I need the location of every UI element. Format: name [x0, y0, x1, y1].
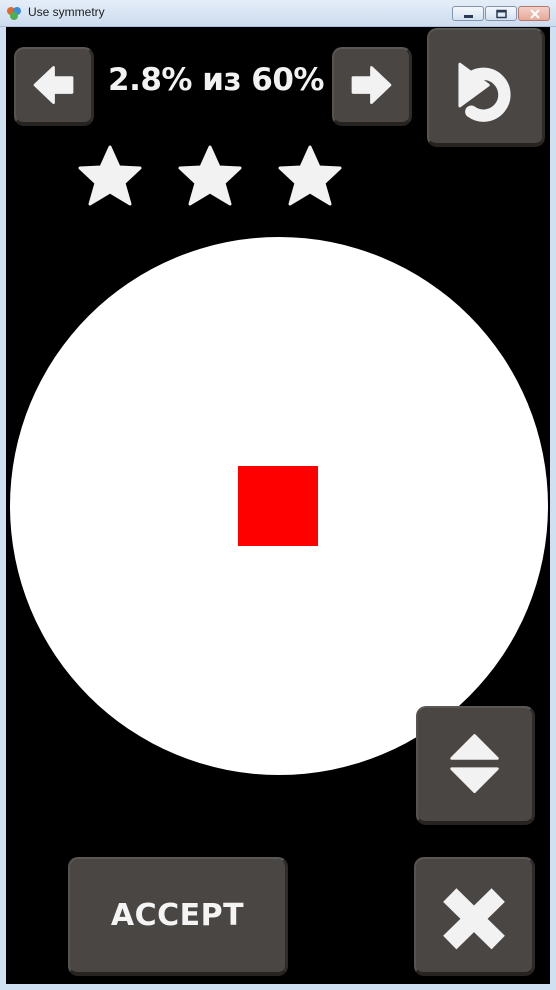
close-x-icon — [443, 888, 505, 950]
minimize-button[interactable] — [452, 6, 484, 21]
game-canvas: 2.8% из 60% ACCEPT — [6, 27, 550, 984]
accept-label: ACCEPT — [110, 898, 245, 933]
star-icon — [78, 145, 142, 206]
star-icon — [178, 145, 242, 206]
window-title: Use symmetry — [28, 5, 105, 19]
cancel-button[interactable] — [414, 857, 535, 976]
reset-button[interactable] — [427, 28, 545, 147]
red-square-piece[interactable] — [238, 466, 318, 546]
progress-indicator: 2.8% из 60% — [108, 62, 325, 98]
flip-button[interactable] — [416, 706, 535, 825]
close-icon — [530, 9, 540, 19]
star-icon — [278, 145, 342, 206]
undo-icon — [458, 62, 511, 122]
accept-button[interactable]: ACCEPT — [68, 857, 288, 976]
close-window-button[interactable] — [518, 6, 550, 21]
restore-icon — [496, 9, 507, 19]
minimize-icon — [464, 15, 473, 18]
maximize-button[interactable] — [485, 6, 517, 21]
arrow-left-icon — [33, 66, 74, 104]
flip-vertical-icon — [450, 734, 499, 793]
app-icon — [6, 5, 22, 21]
arrow-right-icon — [351, 66, 392, 104]
previous-level-button[interactable] — [14, 47, 94, 126]
next-level-button[interactable] — [332, 47, 412, 126]
window-titlebar[interactable]: Use symmetry — [0, 0, 556, 27]
